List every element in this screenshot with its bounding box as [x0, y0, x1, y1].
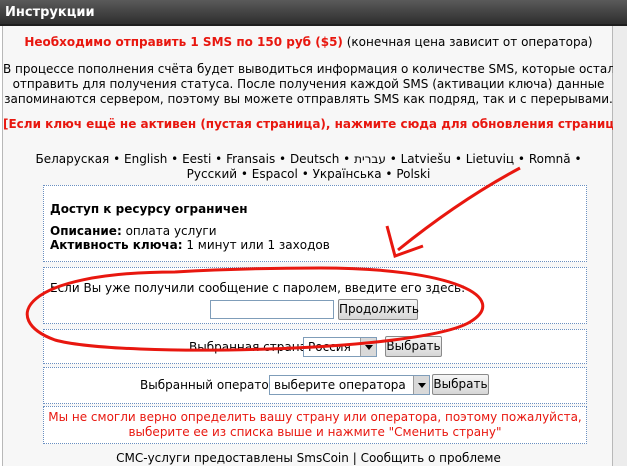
description-value: оплата услуги	[125, 224, 217, 238]
operator-selected: выберите оператора	[274, 378, 406, 392]
lang-ukrainian[interactable]: Українська	[313, 167, 382, 181]
lang-french[interactable]: Fransais	[226, 152, 275, 166]
lang-lithuanian[interactable]: Lietuviц	[466, 152, 514, 166]
activity-row: Активность ключа: 1 минут или 1 заходов	[50, 238, 330, 252]
lang-separator: •	[343, 152, 351, 166]
access-title: Доступ к ресурсу ограничен	[50, 202, 248, 216]
lang-separator: •	[279, 152, 287, 166]
lang-estonian[interactable]: Eesti	[182, 152, 211, 166]
country-label: Выбранная страна:	[189, 340, 311, 354]
footer: СМС-услуги предоставлены SmsCoin | Сообщ…	[3, 451, 614, 465]
password-prompt: Если Вы уже получили сообщение с паролем…	[50, 281, 466, 295]
error-line-1: Мы не смогли верно определить вашу стран…	[48, 410, 582, 424]
lang-separator: •	[517, 152, 525, 166]
error-box: Мы не смогли верно определить вашу стран…	[43, 406, 587, 444]
chevron-down-icon[interactable]	[413, 376, 429, 394]
error-line-2: выберите ее из списка выше и нажмите "См…	[128, 425, 502, 439]
lang-separator: •	[215, 152, 223, 166]
report-problem-link[interactable]: Сообщить о проблеме	[361, 451, 501, 465]
refresh-link[interactable]: [Если ключ ещё не активен (пустая страни…	[3, 117, 627, 131]
title-bar: Инструкции	[0, 0, 627, 26]
chevron-down-icon[interactable]	[360, 338, 376, 356]
operator-select[interactable]: выберите оператора	[269, 375, 430, 395]
lang-separator: •	[389, 152, 397, 166]
price-note: (конечная цена зависит от оператора)	[346, 35, 593, 49]
password-box: Если Вы уже получили сообщение с паролем…	[43, 267, 587, 324]
lang-separator: •	[240, 167, 248, 181]
provider-link[interactable]: СМС-услуги предоставлены SmsCoin	[116, 451, 349, 465]
lang-separator: •	[454, 152, 462, 166]
price-text: Необходимо отправить 1 SMS по 150 руб ($…	[24, 35, 343, 49]
lang-german[interactable]: Deutsch	[290, 152, 339, 166]
description-row: Описание: оплата услуги	[50, 224, 217, 238]
lang-romanian[interactable]: Romnă	[529, 152, 571, 166]
lang-english[interactable]: English	[124, 152, 167, 166]
operator-label: Выбранный оператор:	[140, 378, 281, 392]
country-box: Выбранная страна: Россия Выбрать	[43, 329, 587, 364]
info-line-1: В процессе пополнения счёта будет выводи…	[3, 62, 627, 76]
lang-separator: •	[385, 167, 393, 181]
lang-polish[interactable]: Polski	[396, 167, 430, 181]
info-line-3: запоминаются сервером, поэтому вы можете…	[4, 92, 613, 106]
country-selected: Россия	[308, 340, 351, 354]
footer-separator: |	[352, 451, 357, 465]
activity-label: Активность ключа:	[50, 238, 183, 252]
country-select[interactable]: Россия	[303, 337, 377, 357]
access-box: Доступ к ресурсу ограничен Описание: опл…	[43, 185, 587, 262]
select-operator-button[interactable]: Выбрать	[432, 374, 489, 395]
language-row-1: Беларуская • English • Eesti • Fransais …	[3, 152, 614, 166]
lang-separator: •	[171, 152, 179, 166]
password-input[interactable]	[210, 300, 334, 319]
scrollbar-track[interactable]	[613, 26, 627, 466]
instructions-panel: Необходимо отправить 1 SMS по 150 руб ($…	[2, 26, 627, 466]
lang-belarusian[interactable]: Беларуская	[35, 152, 109, 166]
description-label: Описание:	[50, 224, 122, 238]
lang-separator: •	[113, 152, 121, 166]
lang-separator: •	[301, 167, 309, 181]
lang-spanish[interactable]: Espacol	[252, 167, 298, 181]
lang-hebrew[interactable]: עברית	[354, 152, 386, 166]
activity-value: 1 минут или 1 заходов	[186, 238, 330, 252]
lang-separator: •	[574, 152, 582, 166]
price-line: Необходимо отправить 1 SMS по 150 руб ($…	[3, 35, 614, 49]
window-title: Инструкции	[5, 5, 95, 20]
info-line-2: отправить для получения статуса. После п…	[12, 77, 605, 91]
lang-latvian[interactable]: Latviešu	[401, 152, 451, 166]
lang-russian[interactable]: Русский	[187, 167, 237, 181]
operator-box: Выбранный оператор: выберите оператора В…	[43, 367, 587, 404]
language-row-2: Русский • Espacol • Українська • Polski	[3, 167, 614, 181]
select-country-button[interactable]: Выбрать	[385, 336, 442, 357]
continue-button[interactable]: Продолжить	[338, 299, 419, 320]
